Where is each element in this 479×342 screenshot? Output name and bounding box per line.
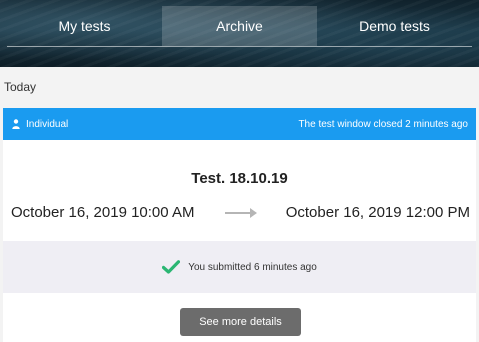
submission-status-text: You submitted 6 minutes ago <box>188 261 317 273</box>
tab-my-tests[interactable]: My tests <box>7 6 162 46</box>
arrow-right-icon <box>225 208 257 218</box>
tab-demo-tests[interactable]: Demo tests <box>317 6 472 46</box>
test-title: Test. 18.10.19 <box>191 170 288 187</box>
test-window: October 16, 2019 10:00 AM October 16, 20… <box>3 204 476 228</box>
header: My tests Archive Demo tests <box>0 0 479 67</box>
tab-underline <box>7 46 472 47</box>
test-mode: Individual <box>12 119 68 130</box>
end-datetime: October 16, 2019 12:00 PM <box>285 204 470 221</box>
section-label-today: Today <box>4 80 37 94</box>
see-more-details-button[interactable]: See more details <box>180 308 301 336</box>
card-header-bar: Individual The test window closed 2 minu… <box>3 108 476 140</box>
person-icon <box>12 119 20 129</box>
start-datetime: October 16, 2019 10:00 AM <box>11 204 195 221</box>
test-mode-label: Individual <box>26 118 69 130</box>
check-icon <box>162 260 181 274</box>
window-status: The test window closed 2 minutes ago <box>298 118 468 130</box>
submission-status: You submitted 6 minutes ago <box>3 241 476 293</box>
test-card: Individual The test window closed 2 minu… <box>3 108 476 342</box>
tab-bar: My tests Archive Demo tests <box>7 6 472 46</box>
tab-archive[interactable]: Archive <box>162 6 317 46</box>
